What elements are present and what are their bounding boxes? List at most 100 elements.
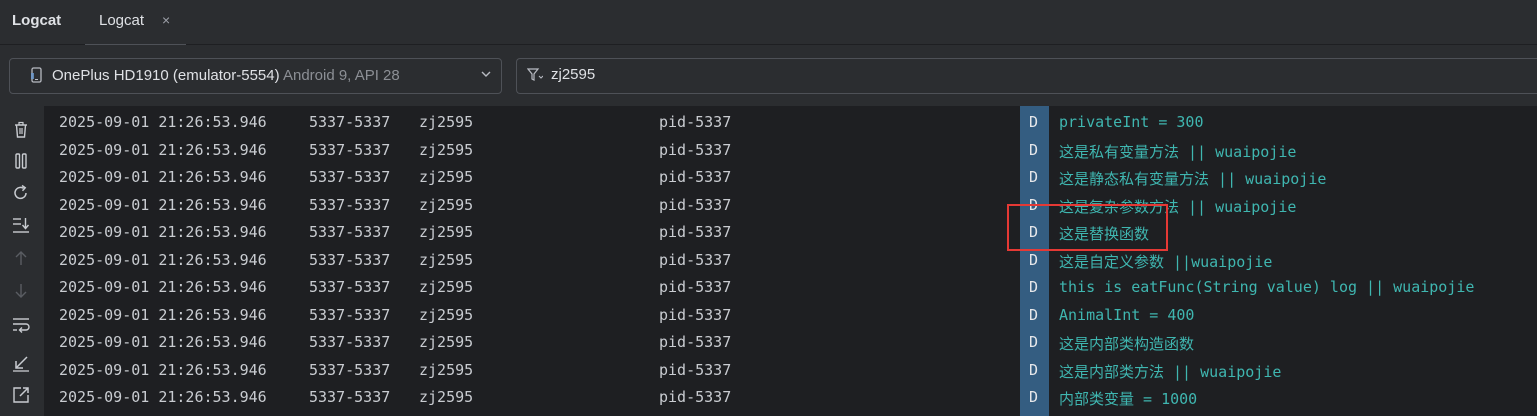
log-tag: zj2595 xyxy=(419,360,474,379)
device-name: OnePlus HD1910 (emulator-5554) xyxy=(52,67,280,84)
log-pid: 5337-5337 xyxy=(309,168,391,186)
log-row[interactable]: 2025-09-01 21:26:53.946 5337-5337 zj2595… xyxy=(45,383,1537,410)
log-pid: 5337-5337 xyxy=(309,360,391,379)
log-process: pid-5337 xyxy=(659,360,732,379)
log-tag: zj2595 xyxy=(419,140,474,159)
log-row[interactable]: 2025-09-01 21:26:53.946 5337-5337 zj2595… xyxy=(45,328,1537,355)
log-pid: 5337-5337 xyxy=(309,388,391,406)
log-timestamp: 2025-09-01 21:26:53.946 xyxy=(59,333,267,351)
tool-window-title: Logcat xyxy=(12,12,62,29)
log-timestamp: 2025-09-01 21:26:53.946 xyxy=(59,250,267,269)
pause-icon[interactable] xyxy=(12,152,30,170)
log-pid: 5337-5337 xyxy=(309,333,391,351)
log-filter-field[interactable]: zj2595 xyxy=(516,58,1537,94)
log-message: privateInt = 300 xyxy=(1059,113,1204,131)
log-pid: 5337-5337 xyxy=(309,195,391,214)
chevron-down-icon[interactable] xyxy=(480,68,492,80)
log-tag: zj2595 xyxy=(419,333,474,351)
log-timestamp: 2025-09-01 21:26:53.946 xyxy=(59,223,267,241)
up-arrow-icon[interactable] xyxy=(12,249,30,267)
log-view[interactable]: 2025-09-01 21:26:53.946 5337-5337 zj2595… xyxy=(45,106,1537,416)
log-row[interactable]: 2025-09-01 21:26:53.946 5337-5337 zj2595… xyxy=(45,301,1537,328)
log-pid: 5337-5337 xyxy=(309,250,391,269)
logcat-sidebar xyxy=(0,106,44,416)
log-row[interactable]: 2025-09-01 21:26:53.946 5337-5337 zj2595… xyxy=(45,191,1537,218)
expand-icon[interactable] xyxy=(12,386,30,404)
log-pid: 5337-5337 xyxy=(309,305,391,324)
log-process: pid-5337 xyxy=(659,305,732,324)
tab-logcat[interactable]: Logcat × xyxy=(85,0,186,46)
log-row[interactable]: 2025-09-01 21:26:53.946 5337-5337 zj2595… xyxy=(45,136,1537,163)
log-level: D xyxy=(1029,305,1039,324)
log-tag: zj2595 xyxy=(419,278,474,296)
log-message: 这是自定义参数 ||wuaipojie xyxy=(1059,252,1273,271)
log-row[interactable]: 2025-09-01 21:26:53.946 5337-5337 zj2595… xyxy=(45,273,1537,300)
log-level: D xyxy=(1029,360,1039,379)
log-message: 这是私有变量方法 || wuaipojie xyxy=(1059,142,1297,161)
highlight-box xyxy=(1007,204,1168,251)
log-level: D xyxy=(1029,388,1039,406)
phone-icon xyxy=(31,67,42,83)
log-tag: zj2595 xyxy=(419,168,474,186)
log-pid: 5337-5337 xyxy=(309,113,391,131)
collapse-icon[interactable] xyxy=(12,354,30,372)
log-message: 这是内部类方法 || wuaipojie xyxy=(1059,362,1282,381)
log-process: pid-5337 xyxy=(659,223,732,241)
log-tag: zj2595 xyxy=(419,195,474,214)
restart-icon[interactable] xyxy=(12,184,30,202)
close-icon[interactable]: × xyxy=(162,12,170,28)
log-message: AnimalInt = 400 xyxy=(1059,305,1195,324)
tab-label: Logcat xyxy=(99,12,145,29)
log-process: pid-5337 xyxy=(659,140,732,159)
log-process: pid-5337 xyxy=(659,333,732,351)
soft-wrap-icon[interactable] xyxy=(12,316,30,334)
log-tag: zj2595 xyxy=(419,113,474,131)
log-row[interactable]: 2025-09-01 21:26:53.946 5337-5337 zj2595… xyxy=(45,163,1537,190)
filter-query: zj2595 xyxy=(551,66,596,83)
log-process: pid-5337 xyxy=(659,388,732,406)
log-pid: 5337-5337 xyxy=(309,140,391,159)
log-level: D xyxy=(1029,333,1039,351)
filter-toolbar: OnePlus HD1910 (emulator-5554) Android 9… xyxy=(0,45,1537,106)
log-tag: zj2595 xyxy=(419,250,474,269)
scroll-to-end-icon[interactable] xyxy=(12,216,30,234)
log-message: 这是内部类构造函数 xyxy=(1059,335,1195,353)
device-selector[interactable]: OnePlus HD1910 (emulator-5554) Android 9… xyxy=(9,58,502,94)
log-timestamp: 2025-09-01 21:26:53.946 xyxy=(59,278,267,296)
log-row[interactable]: 2025-09-01 21:26:53.946 5337-5337 zj2595… xyxy=(45,246,1537,273)
log-timestamp: 2025-09-01 21:26:53.946 xyxy=(59,305,267,324)
log-timestamp: 2025-09-01 21:26:53.946 xyxy=(59,113,267,131)
log-timestamp: 2025-09-01 21:26:53.946 xyxy=(59,195,267,214)
log-tag: zj2595 xyxy=(419,223,474,241)
log-timestamp: 2025-09-01 21:26:53.946 xyxy=(59,388,267,406)
log-process: pid-5337 xyxy=(659,278,732,296)
log-level: D xyxy=(1029,250,1039,269)
log-process: pid-5337 xyxy=(659,168,732,186)
log-level: D xyxy=(1029,278,1039,296)
log-tag: zj2595 xyxy=(419,388,474,406)
filter-icon[interactable] xyxy=(527,68,543,82)
log-tag: zj2595 xyxy=(419,305,474,324)
log-message: 这是静态私有变量方法 || wuaipojie xyxy=(1059,170,1327,188)
log-level: D xyxy=(1029,113,1039,131)
trash-icon[interactable] xyxy=(12,121,30,139)
down-arrow-icon[interactable] xyxy=(12,282,30,300)
device-label: OnePlus HD1910 (emulator-5554) Android 9… xyxy=(52,67,400,84)
log-process: pid-5337 xyxy=(659,250,732,269)
device-api: Android 9, API 28 xyxy=(282,67,400,84)
log-message: this is eatFunc(String value) log || wua… xyxy=(1059,278,1475,296)
log-message: 内部类变量 = 1000 xyxy=(1059,390,1198,408)
log-row[interactable]: 2025-09-01 21:26:53.946 5337-5337 zj2595… xyxy=(45,356,1537,383)
log-row[interactable]: 2025-09-01 21:26:53.946 5337-5337 zj2595… xyxy=(45,108,1537,135)
log-row[interactable]: 2025-09-01 21:26:53.946 5337-5337 zj2595… xyxy=(45,218,1537,245)
log-process: pid-5337 xyxy=(659,195,732,214)
log-level: D xyxy=(1029,168,1039,186)
log-timestamp: 2025-09-01 21:26:53.946 xyxy=(59,168,267,186)
log-timestamp: 2025-09-01 21:26:53.946 xyxy=(59,140,267,159)
tool-window-header: Logcat Logcat × xyxy=(0,0,1537,46)
log-timestamp: 2025-09-01 21:26:53.946 xyxy=(59,360,267,379)
log-pid: 5337-5337 xyxy=(309,278,391,296)
log-level: D xyxy=(1029,140,1039,159)
log-process: pid-5337 xyxy=(659,113,732,131)
log-pid: 5337-5337 xyxy=(309,223,391,241)
